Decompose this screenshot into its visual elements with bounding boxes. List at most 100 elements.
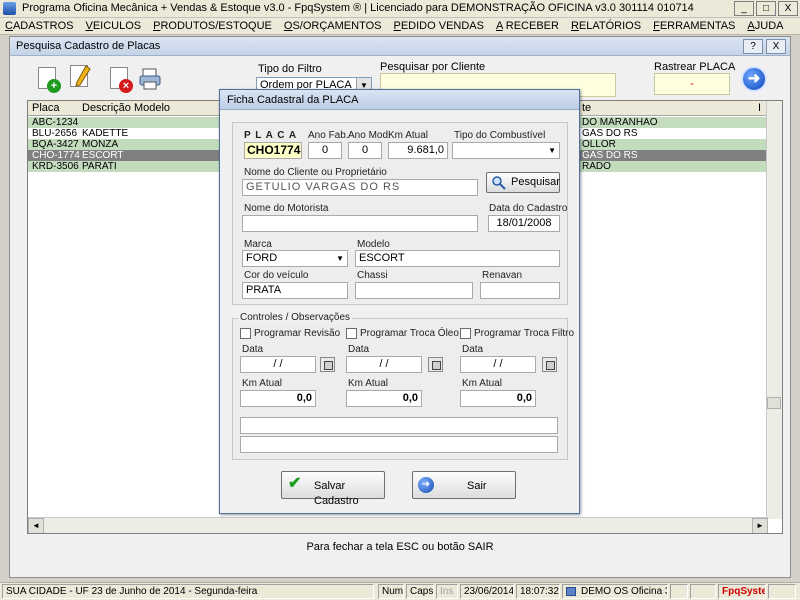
km-label: Km Atual — [388, 130, 429, 141]
ano-mod-field[interactable]: 0 — [348, 142, 382, 159]
placa-field[interactable]: CHO1774 — [244, 142, 302, 159]
data-revisao-label: Data — [242, 344, 264, 355]
menu-cadastros[interactable]: CADASTROS — [5, 18, 73, 34]
motorista-label: Nome do Motorista — [244, 203, 329, 214]
track-placa-label: Rastrear PLACA — [654, 61, 736, 73]
cor-field[interactable]: PRATA — [242, 282, 348, 299]
vertical-scrollbar[interactable] — [766, 101, 782, 519]
modelo-field[interactable]: ESCORT — [355, 250, 560, 267]
data-cadastro-label: Data do Cadastro — [489, 203, 568, 214]
km-filtro-field[interactable]: 0,0 — [460, 390, 536, 407]
chassi-label: Chassi — [357, 270, 388, 281]
close-window-button[interactable]: X — [766, 39, 786, 54]
menu-produtos-estoque[interactable]: PRODUTOS/ESTOQUE — [153, 18, 272, 34]
renavan-field[interactable] — [480, 282, 560, 299]
calendar-icon[interactable] — [542, 357, 557, 372]
search-window-title-bar: Pesquisa Cadastro de Placas ? X — [10, 37, 790, 56]
marca-value: FORD — [246, 252, 278, 264]
data-revisao-field[interactable]: / / — [240, 356, 316, 373]
marca-select[interactable]: FORD ▼ — [242, 250, 348, 267]
menu-bar: CADASTROS VEICULOS PRODUTOS/ESTOQUE OS/O… — [0, 18, 800, 35]
ficha-dialog: Ficha Cadastral da PLACA P L A C A CHO17… — [219, 89, 580, 514]
combustivel-select[interactable]: ▼ — [452, 142, 560, 159]
status-date: 23/06/2014 — [460, 584, 514, 599]
scroll-right-icon[interactable]: ► — [752, 518, 768, 533]
monitor-icon — [566, 587, 576, 596]
observacao-field-2[interactable] — [240, 436, 558, 453]
revisao-checkbox[interactable] — [240, 328, 251, 339]
observacao-field-1[interactable] — [240, 417, 558, 434]
chevron-down-icon: ▼ — [336, 254, 344, 263]
renavan-label: Renavan — [482, 270, 523, 281]
horizontal-scrollbar[interactable]: ◄ ► — [28, 517, 768, 533]
oleo-checkbox[interactable] — [346, 328, 357, 339]
minimize-button[interactable]: _ — [734, 1, 754, 16]
filtro-checkbox[interactable] — [460, 328, 471, 339]
search-client-label: Pesquisar por Cliente — [380, 61, 486, 73]
cliente-label: Nome do Cliente ou Proprietário — [244, 167, 387, 178]
footer-hint: Para fechar a tela ESC ou botão SAIR — [306, 541, 494, 553]
placa-label: P L A C A — [244, 130, 298, 141]
cor-label: Cor do veículo — [244, 270, 309, 281]
menu-pedido-vendas[interactable]: PEDIDO VENDAS — [394, 18, 484, 34]
edit-record-button[interactable] — [68, 65, 92, 91]
col-placa[interactable]: Placa — [32, 102, 60, 114]
status-demo: DEMO OS Oficina 3.0 — [562, 584, 668, 599]
track-placa-input[interactable]: - — [654, 73, 730, 95]
add-record-button[interactable]: + — [36, 67, 61, 93]
pesquisar-button[interactable]: Pesquisar — [486, 172, 560, 193]
app-title-bar: Programa Oficina Mecânica + Vendas & Est… — [0, 0, 800, 18]
km-field[interactable]: 9.681,0 — [388, 142, 448, 159]
scroll-thumb[interactable] — [767, 397, 781, 409]
dialog-title-bar: Ficha Cadastral da PLACA — [220, 90, 579, 110]
dialog-title: Ficha Cadastral da PLACA — [227, 94, 359, 106]
km-oleo-field[interactable]: 0,0 — [346, 390, 422, 407]
menu-a-receber[interactable]: A RECEBER — [496, 18, 559, 34]
close-button[interactable]: X — [778, 1, 798, 16]
data-filtro-field[interactable]: / / — [460, 356, 536, 373]
motorista-field[interactable] — [242, 215, 478, 232]
cliente-field[interactable]: GETULIO VARGAS DO RS — [242, 179, 478, 196]
calendar-icon[interactable] — [428, 357, 443, 372]
maximize-button[interactable]: □ — [756, 1, 776, 16]
km-filtro-label: Km Atual — [462, 378, 503, 389]
calendar-icon[interactable] — [320, 357, 335, 372]
search-icon — [492, 176, 506, 190]
col-cliente[interactable]: te — [582, 102, 591, 114]
pencil-icon — [75, 65, 91, 87]
km-revisao-label: Km Atual — [242, 378, 283, 389]
status-bar: SUA CIDADE - UF 23 de Junho de 2014 - Se… — [0, 582, 800, 600]
status-time: 18:07:32 — [516, 584, 560, 599]
col-modelo[interactable]: Descrição Modelo — [82, 102, 170, 114]
salvar-button[interactable]: ✔ Salvar Cadastro — [281, 471, 385, 507]
status-cidade: SUA CIDADE - UF 23 de Junho de 2014 - Se… — [2, 584, 374, 599]
app-icon — [3, 2, 16, 15]
menu-relatorios[interactable]: RELATÓRIOS — [571, 18, 641, 34]
print-button[interactable] — [138, 67, 162, 93]
scroll-left-icon[interactable]: ◄ — [28, 518, 44, 533]
sair-button[interactable]: ➜ Sair — [412, 471, 516, 499]
printer-status-icon[interactable] — [670, 584, 688, 599]
combustivel-label: Tipo do Combustível — [454, 130, 546, 141]
oleo-label: Programar Troca Óleo — [360, 328, 459, 339]
arrow-right-icon[interactable]: ➜ — [741, 66, 767, 92]
app-title: Programa Oficina Mecânica + Vendas & Est… — [22, 2, 694, 14]
chassi-field[interactable] — [355, 282, 473, 299]
ano-fab-field[interactable]: 0 — [308, 142, 342, 159]
km-revisao-field[interactable]: 0,0 — [240, 390, 316, 407]
data-cadastro-field[interactable]: 18/01/2008 — [488, 215, 560, 232]
status-demo-text: DEMO OS Oficina 3.0 — [581, 586, 667, 597]
sair-label: Sair — [467, 480, 487, 492]
chevron-down-icon: ▼ — [548, 146, 556, 155]
help-button[interactable]: ? — [743, 39, 763, 54]
col-extra[interactable]: I — [758, 102, 761, 114]
info-icon[interactable] — [768, 584, 796, 599]
menu-veiculos[interactable]: VEICULOS — [85, 18, 141, 34]
checkmark-icon: ✔ — [288, 475, 302, 492]
menu-os-orcamentos[interactable]: OS/ORÇAMENTOS — [284, 18, 382, 34]
delete-record-button[interactable]: × — [108, 67, 133, 93]
menu-ajuda[interactable]: AJUDA — [747, 18, 783, 34]
menu-ferramentas[interactable]: FERRAMENTAS — [653, 18, 735, 34]
keyboard-icon[interactable] — [690, 584, 716, 599]
data-oleo-field[interactable]: / / — [346, 356, 422, 373]
